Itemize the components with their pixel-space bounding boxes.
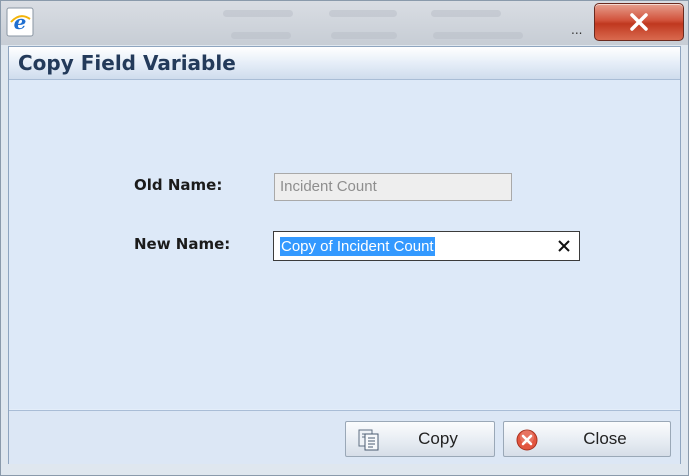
blurred-background-text (329, 10, 397, 17)
old-name-field: Incident Count (274, 173, 512, 201)
blurred-background-text (231, 32, 291, 39)
dialog-title: Copy Field Variable (18, 51, 236, 75)
clear-icon (558, 240, 570, 252)
blurred-background-text (331, 32, 397, 39)
copy-button[interactable]: Copy (345, 421, 495, 457)
close-icon (630, 13, 648, 31)
dialog-footer: Copy Close (9, 410, 680, 464)
blurred-background-text (431, 10, 501, 17)
blurred-background-text (433, 32, 523, 39)
close-button[interactable]: Close (503, 421, 671, 457)
svg-text:e: e (14, 10, 27, 34)
new-name-label: New Name: (134, 235, 231, 253)
dialog-header: Copy Field Variable (9, 47, 680, 80)
new-name-input[interactable]: Copy of Incident Count (273, 231, 580, 261)
new-name-selected-text: Copy of Incident Count (280, 237, 435, 256)
close-button-label: Close (583, 429, 627, 448)
window-close-button[interactable] (594, 3, 684, 41)
blurred-background-text (223, 10, 293, 17)
browser-popup-window: e ... Copy Field Variable Old Name: Inci… (0, 0, 689, 476)
old-name-label: Old Name: (134, 176, 223, 194)
window-titlebar: e ... (1, 1, 688, 45)
copy-field-variable-dialog: Copy Field Variable Old Name: Incident C… (8, 46, 681, 464)
internet-explorer-icon: e (6, 7, 34, 37)
old-name-value: Incident Count (280, 178, 377, 195)
window-ellipsis: ... (571, 23, 583, 37)
dialog-body: Old Name: Incident Count New Name: Copy … (9, 80, 680, 409)
copy-button-label: Copy (418, 429, 458, 448)
clear-input-button[interactable] (554, 235, 574, 257)
